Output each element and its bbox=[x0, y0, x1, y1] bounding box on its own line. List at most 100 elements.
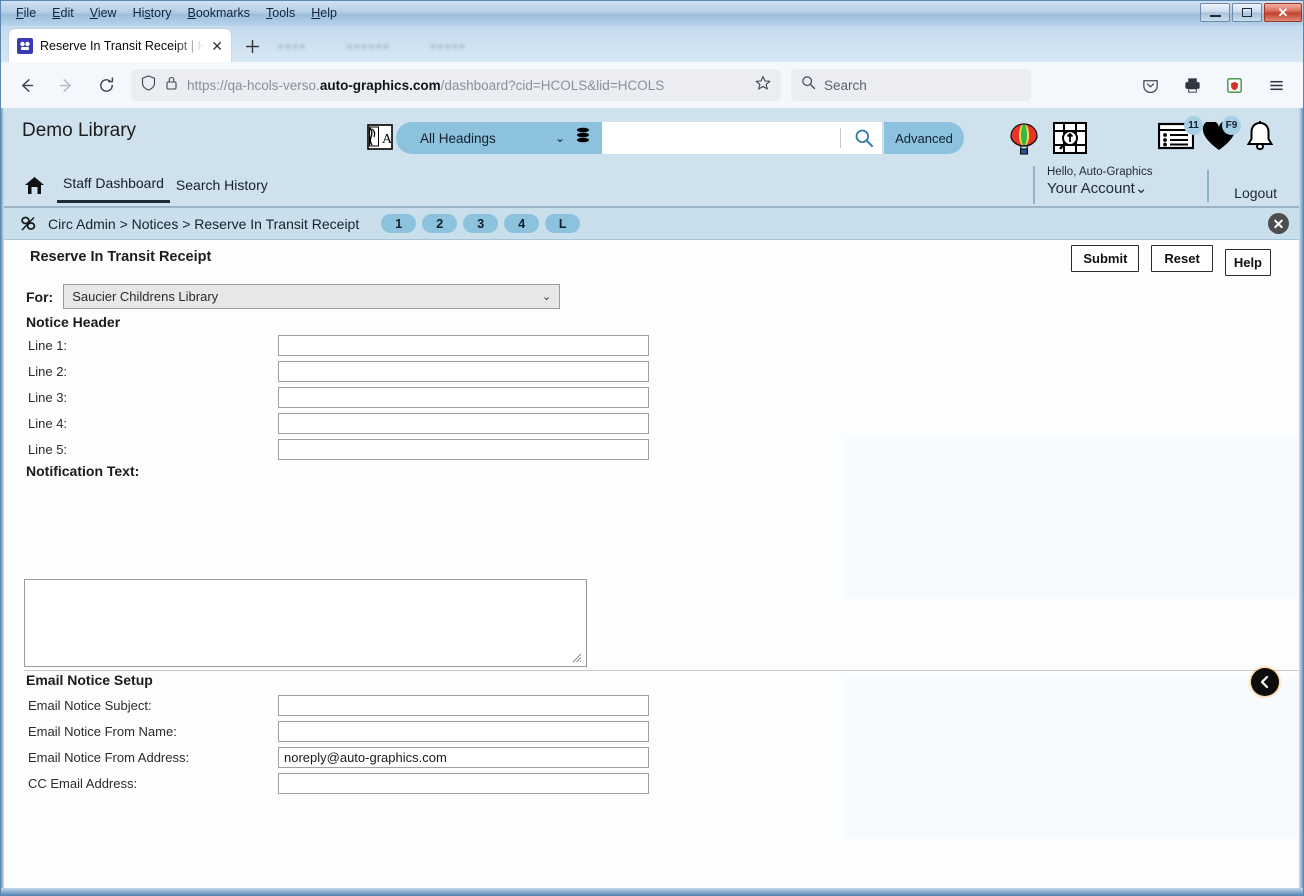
line-2-input[interactable] bbox=[278, 361, 649, 382]
hot-air-balloon-icon[interactable] bbox=[1008, 122, 1040, 161]
app-menu-icon[interactable] bbox=[1261, 70, 1291, 100]
cc-email-address-row: CC Email Address: bbox=[28, 773, 649, 794]
back-icon[interactable] bbox=[11, 70, 41, 100]
language-translate-icon[interactable]: A bbox=[367, 124, 393, 155]
email-from-name-input[interactable] bbox=[278, 721, 649, 742]
menu-view[interactable]: View bbox=[83, 4, 124, 24]
line-3-input[interactable] bbox=[278, 387, 649, 408]
chevron-down-icon: ⌄ bbox=[542, 291, 552, 303]
close-icon: ✕ bbox=[1277, 4, 1289, 20]
email-from-address-input[interactable] bbox=[278, 747, 649, 768]
notification-text-input[interactable] bbox=[24, 579, 587, 667]
url-bar[interactable]: https://qa-hcols-verso.auto-graphics.com… bbox=[131, 69, 781, 101]
print-icon[interactable] bbox=[1177, 70, 1207, 100]
step-pill-1[interactable]: 1 bbox=[381, 214, 417, 233]
browser-toolbar: https://qa-hcols-verso.auto-graphics.com… bbox=[1, 62, 1303, 108]
maximize-icon bbox=[1242, 8, 1252, 17]
browser-tab[interactable]: Reserve In Transit Receipt | HCO ✕ bbox=[9, 29, 231, 62]
lock-icon bbox=[165, 75, 178, 96]
close-panel-button[interactable]: ✕ bbox=[1268, 213, 1289, 234]
search-submit-icon[interactable] bbox=[854, 128, 874, 153]
reset-button[interactable]: Reset bbox=[1151, 245, 1213, 272]
advanced-search-button[interactable]: Advanced bbox=[884, 122, 964, 154]
line-1-row: Line 1: bbox=[28, 335, 649, 356]
step-pill-l[interactable]: L bbox=[545, 214, 581, 233]
window-controls: ✕ bbox=[1200, 3, 1302, 22]
line-2-row: Line 2: bbox=[28, 361, 649, 382]
search-divider bbox=[840, 128, 841, 148]
maximize-button[interactable] bbox=[1232, 3, 1262, 22]
line-4-input[interactable] bbox=[278, 413, 649, 434]
browser-search-box[interactable]: Search bbox=[791, 69, 1031, 101]
menu-edit[interactable]: Edit bbox=[45, 4, 81, 24]
email-from-name-row: Email Notice From Name: bbox=[28, 721, 649, 742]
notification-text-label: Notification Text: bbox=[26, 463, 140, 479]
step-pill-4[interactable]: 4 bbox=[504, 214, 540, 233]
primary-nav: Staff Dashboard Search History bbox=[24, 173, 274, 203]
minimize-button[interactable] bbox=[1200, 3, 1230, 22]
for-select[interactable]: Saucier Childrens Library ⌄ bbox=[63, 284, 561, 309]
account-label: Your Account⌄ bbox=[1047, 180, 1148, 197]
menu-help[interactable]: Help bbox=[304, 4, 344, 24]
page-title: Reserve In Transit Receipt bbox=[30, 249, 212, 265]
forward-icon[interactable] bbox=[51, 70, 81, 100]
logout-link[interactable]: Logout bbox=[1234, 185, 1277, 201]
window-frame-bottom bbox=[1, 888, 1303, 895]
library-name: Demo Library bbox=[22, 120, 137, 141]
step-pills: 1 2 3 4 L bbox=[381, 214, 581, 233]
reload-icon[interactable] bbox=[91, 70, 121, 100]
line-4-label: Line 4: bbox=[28, 416, 68, 431]
step-pill-3[interactable]: 3 bbox=[463, 214, 499, 233]
line-1-input[interactable] bbox=[278, 335, 649, 356]
line-1-label: Line 1: bbox=[28, 338, 68, 353]
search-scope-label: All Headings bbox=[420, 130, 496, 146]
menu-history[interactable]: History bbox=[126, 4, 179, 24]
svg-text:A: A bbox=[382, 132, 393, 147]
browse-shelf-icon[interactable] bbox=[1052, 121, 1088, 160]
breadcrumb-bar: Circ Admin > Notices > Reserve In Transi… bbox=[4, 208, 1301, 240]
account-menu[interactable]: Hello, Auto-Graphics Your Account⌄ bbox=[1033, 166, 1193, 204]
background-panel-lower bbox=[844, 678, 1301, 838]
browser-search-placeholder: Search bbox=[824, 77, 867, 93]
close-window-button[interactable]: ✕ bbox=[1264, 3, 1302, 22]
browser-window: File Edit View History Bookmarks Tools H… bbox=[0, 0, 1304, 896]
home-icon[interactable] bbox=[24, 176, 45, 200]
email-subject-row: Email Notice Subject: bbox=[28, 695, 649, 716]
line-5-input[interactable] bbox=[278, 439, 649, 460]
submit-button[interactable]: Submit bbox=[1071, 245, 1140, 272]
new-tab-button[interactable] bbox=[241, 35, 263, 57]
bookmark-star-icon[interactable] bbox=[755, 75, 771, 95]
back-arrow-button[interactable] bbox=[1251, 668, 1279, 696]
menu-bookmarks[interactable]: Bookmarks bbox=[181, 4, 258, 24]
nav-search-history[interactable]: Search History bbox=[170, 175, 274, 202]
notifications-icon[interactable] bbox=[1245, 120, 1275, 157]
line-2-label: Line 2: bbox=[28, 364, 68, 379]
ghost-tabs: ●●●● ●●●●●● ●●●●● bbox=[277, 39, 466, 53]
breadcrumb-text[interactable]: Circ Admin > Notices > Reserve In Transi… bbox=[48, 216, 359, 232]
pocket-icon[interactable] bbox=[1135, 70, 1165, 100]
email-subject-input[interactable] bbox=[278, 695, 649, 716]
line-5-label: Line 5: bbox=[28, 442, 68, 457]
tab-close-icon[interactable]: ✕ bbox=[211, 39, 223, 53]
email-setup-section-title: Email Notice Setup bbox=[26, 672, 153, 688]
extension-icon[interactable] bbox=[1219, 70, 1249, 100]
chevron-down-icon: ⌄ bbox=[1134, 180, 1148, 197]
help-button[interactable]: Help bbox=[1224, 249, 1271, 276]
menu-file[interactable]: File bbox=[9, 4, 43, 24]
database-icon[interactable] bbox=[575, 127, 591, 149]
page-content: Demo Library A All Headings ⌄ Advanced 1… bbox=[4, 108, 1301, 890]
nav-staff-dashboard[interactable]: Staff Dashboard bbox=[57, 173, 170, 203]
menu-bar: File Edit View History Bookmarks Tools H… bbox=[1, 1, 344, 26]
tab-strip: Reserve In Transit Receipt | HCO ✕ ●●●●●… bbox=[1, 26, 1303, 62]
cc-email-address-input[interactable] bbox=[278, 773, 649, 794]
email-from-address-label: Email Notice From Address: bbox=[28, 750, 190, 765]
line-3-row: Line 3: bbox=[28, 387, 649, 408]
section-divider bbox=[24, 670, 1301, 671]
email-from-address-row: Email Notice From Address: bbox=[28, 747, 649, 768]
menu-tools[interactable]: Tools bbox=[259, 4, 302, 24]
window-frame-right bbox=[1299, 108, 1303, 890]
search-scope-dropdown[interactable]: All Headings ⌄ bbox=[396, 122, 602, 154]
for-select-value: Saucier Childrens Library bbox=[72, 289, 219, 304]
step-pill-2[interactable]: 2 bbox=[422, 214, 458, 233]
favicon-icon bbox=[17, 37, 33, 54]
